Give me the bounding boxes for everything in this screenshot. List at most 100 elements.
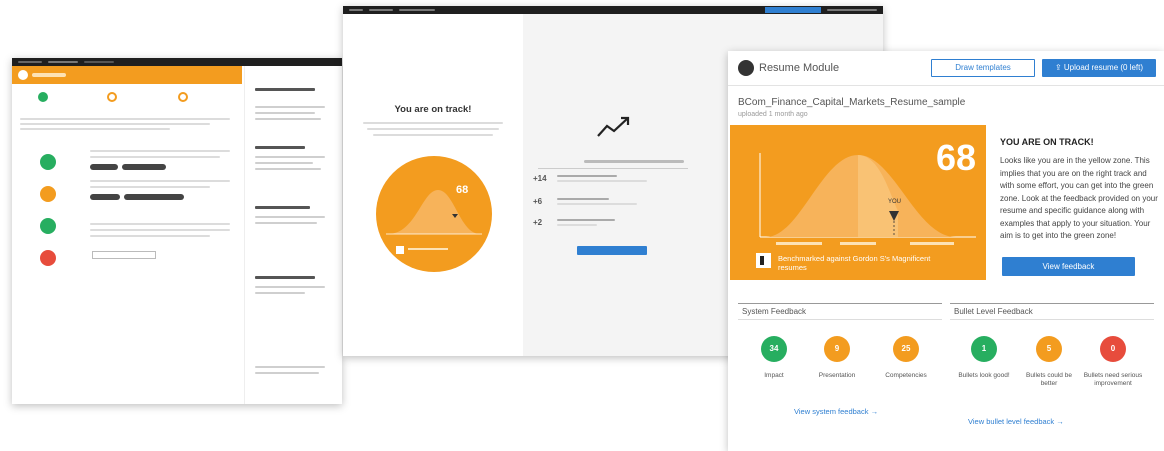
view-feedback-button-small[interactable] bbox=[577, 246, 647, 255]
you-marker-label: YOU bbox=[888, 199, 902, 205]
view-feedback-button[interactable]: View feedback bbox=[1002, 257, 1135, 276]
text-line bbox=[408, 248, 448, 250]
tag-button[interactable] bbox=[90, 164, 118, 170]
tag-button[interactable] bbox=[124, 194, 184, 200]
on-track-title: You are on track! bbox=[394, 104, 472, 115]
improve-bullets-badge[interactable]: 0 bbox=[1100, 336, 1126, 362]
text-line bbox=[20, 123, 210, 125]
summary-panel: You are on track! 68 bbox=[343, 14, 523, 356]
resume-module-window: Resume Module Draw templates ⇪ Upload re… bbox=[728, 51, 1164, 451]
resume-line bbox=[255, 222, 317, 224]
top-bar-item bbox=[349, 9, 363, 11]
upload-timestamp: uploaded 1 month ago bbox=[738, 111, 808, 118]
resume-heading bbox=[255, 206, 310, 209]
bullet-feedback-link[interactable]: View bullet level feedback → bbox=[968, 417, 1064, 426]
text-line bbox=[90, 235, 210, 237]
text-line bbox=[90, 229, 230, 231]
feedback-row-value: +6 bbox=[533, 197, 543, 206]
bell-curve-mini bbox=[386, 190, 482, 235]
resume-heading bbox=[255, 146, 305, 149]
impact-label: Impact bbox=[764, 372, 784, 379]
resume-file-name: BCom_Finance_Capital_Markets_Resume_samp… bbox=[738, 97, 966, 108]
resume-line bbox=[255, 372, 319, 374]
text-line bbox=[363, 122, 503, 124]
status-title: YOU ARE ON TRACK! bbox=[1000, 137, 1094, 147]
upload-icon: ⇪ bbox=[1054, 63, 1064, 72]
text-line bbox=[557, 203, 637, 205]
sidebar-competencies-icon[interactable] bbox=[40, 218, 56, 234]
section-divider bbox=[950, 319, 1154, 320]
trend-up-icon bbox=[597, 116, 630, 137]
top-bar-button[interactable] bbox=[765, 7, 821, 13]
impact-score-badge[interactable]: 34 bbox=[761, 336, 787, 362]
benchmark-text: Benchmarked against Gordon S's Magnifice… bbox=[778, 254, 931, 272]
tag-button[interactable] bbox=[122, 164, 166, 170]
system-feedback-link[interactable]: View system feedback → bbox=[794, 407, 878, 416]
section-divider bbox=[738, 303, 942, 304]
top-bar-item bbox=[18, 61, 42, 63]
header-title-placeholder bbox=[32, 73, 66, 77]
module-header: Resume Module Draw templates ⇪ Upload re… bbox=[728, 51, 1164, 86]
top-bar-item bbox=[84, 61, 114, 63]
mini-score: 68 bbox=[456, 184, 469, 196]
resume-heading bbox=[255, 88, 315, 91]
text-line bbox=[90, 223, 230, 225]
resume-line bbox=[255, 286, 325, 288]
top-bar-item bbox=[369, 9, 393, 11]
score-circle: 68 bbox=[376, 156, 492, 272]
step-2-icon bbox=[107, 92, 117, 102]
competencies-label: Competencies bbox=[885, 372, 927, 379]
draw-templates-button[interactable]: Draw templates bbox=[931, 59, 1035, 77]
text-line bbox=[90, 156, 220, 158]
score-chart-panel: YOU 68 Benchmarked against Gordon S's Ma… bbox=[730, 125, 986, 280]
competencies-score-badge[interactable]: 25 bbox=[893, 336, 919, 362]
text-line bbox=[20, 118, 230, 120]
top-bar-item bbox=[48, 61, 78, 63]
section-divider bbox=[950, 303, 1154, 304]
resume-preview bbox=[244, 66, 342, 404]
logo-icon bbox=[18, 70, 28, 80]
top-bar-item bbox=[827, 9, 877, 11]
resume-line bbox=[255, 216, 325, 218]
text-line bbox=[367, 128, 499, 130]
feedback-row-value: +14 bbox=[533, 174, 547, 183]
presentation-label: Presentation bbox=[818, 372, 856, 379]
improve-bullets-label: Bullets need serious improvement bbox=[1083, 372, 1143, 387]
resume-line bbox=[255, 106, 325, 108]
sidebar-presentation-icon[interactable] bbox=[40, 186, 56, 202]
resume-line bbox=[255, 112, 315, 114]
text-line bbox=[557, 180, 647, 182]
text-line bbox=[90, 180, 230, 182]
better-bullets-badge[interactable]: 5 bbox=[1036, 336, 1062, 362]
resume-heading bbox=[255, 276, 315, 279]
upload-resume-button[interactable]: ⇪ Upload resume (0 left) bbox=[1042, 59, 1156, 77]
window-top-bar bbox=[343, 6, 883, 14]
system-feedback-label: System Feedback bbox=[742, 307, 807, 316]
text-line bbox=[557, 219, 615, 221]
good-bullets-label: Bullets look good! bbox=[958, 372, 1010, 379]
top-bar-item bbox=[399, 9, 435, 11]
text-line bbox=[20, 128, 170, 130]
left-window-header bbox=[12, 66, 242, 84]
background-window-left bbox=[12, 58, 342, 404]
good-bullets-badge[interactable]: 1 bbox=[971, 336, 997, 362]
sidebar-bullets-icon[interactable] bbox=[40, 250, 56, 266]
text-line bbox=[90, 186, 210, 188]
window-top-bar bbox=[12, 58, 342, 66]
x-tick-label-placeholder bbox=[910, 242, 954, 245]
section-divider bbox=[738, 319, 942, 320]
resume-line bbox=[255, 292, 305, 294]
logo-icon bbox=[738, 60, 754, 76]
better-bullets-label: Bullets could be better bbox=[1026, 372, 1072, 387]
small-outline-button[interactable] bbox=[92, 251, 156, 259]
divider bbox=[538, 168, 688, 169]
x-tick-label-placeholder bbox=[776, 242, 822, 245]
sidebar-impact-icon[interactable] bbox=[40, 154, 56, 170]
resume-line bbox=[255, 366, 325, 368]
mini-benchmark-logo bbox=[396, 246, 404, 254]
bullet-feedback-label: Bullet Level Feedback bbox=[954, 307, 1033, 316]
status-description: Looks like you are in the yellow zone. T… bbox=[1000, 156, 1158, 240]
presentation-score-badge[interactable]: 9 bbox=[824, 336, 850, 362]
score-value: 68 bbox=[935, 137, 976, 178]
tag-button[interactable] bbox=[90, 194, 120, 200]
